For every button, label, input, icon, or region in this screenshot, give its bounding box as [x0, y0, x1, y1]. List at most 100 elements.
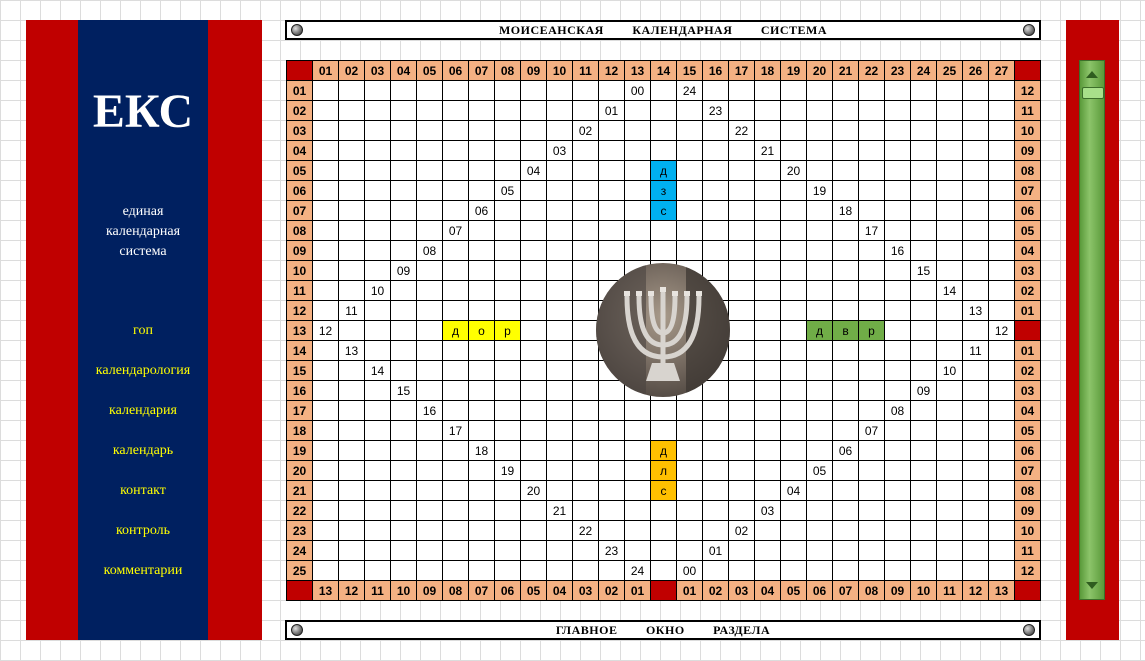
grid-cell[interactable]: [364, 200, 391, 221]
grid-cell[interactable]: [780, 80, 807, 101]
grid-cell[interactable]: [312, 480, 339, 501]
grid-cell[interactable]: [312, 500, 339, 521]
grid-cell[interactable]: [364, 560, 391, 581]
grid-cell[interactable]: [858, 100, 885, 121]
grid-cell[interactable]: [910, 300, 937, 321]
grid-cell[interactable]: [884, 180, 911, 201]
menu-item-calendarology[interactable]: календарология: [78, 361, 208, 381]
grid-cell[interactable]: [806, 80, 833, 101]
grid-cell[interactable]: [494, 440, 521, 461]
grid-cell[interactable]: [520, 120, 547, 141]
grid-cell[interactable]: [754, 420, 781, 441]
grid-cell[interactable]: [546, 100, 573, 121]
grid-cell[interactable]: [416, 460, 443, 481]
grid-cell[interactable]: [442, 80, 469, 101]
grid-cell[interactable]: [962, 100, 989, 121]
grid-cell[interactable]: [988, 160, 1015, 181]
grid-cell[interactable]: [312, 160, 339, 181]
grid-cell[interactable]: [598, 420, 625, 441]
grid-cell[interactable]: [806, 380, 833, 401]
grid-cell[interactable]: [494, 240, 521, 261]
grid-cell[interactable]: [312, 140, 339, 161]
grid-cell[interactable]: [936, 400, 963, 421]
grid-cell[interactable]: [936, 200, 963, 221]
grid-cell[interactable]: [338, 480, 365, 501]
grid-cell[interactable]: [338, 140, 365, 161]
grid-cell[interactable]: [806, 360, 833, 381]
grid-cell[interactable]: [832, 540, 859, 561]
grid-cell[interactable]: [572, 400, 599, 421]
grid-cell[interactable]: [572, 160, 599, 181]
grid-cell[interactable]: [650, 560, 677, 581]
grid-cell[interactable]: [936, 500, 963, 521]
grid-cell[interactable]: [832, 160, 859, 181]
grid-cell[interactable]: [416, 220, 443, 241]
grid-cell[interactable]: [546, 440, 573, 461]
date-cell[interactable]: 07: [858, 420, 885, 441]
grid-cell[interactable]: [312, 440, 339, 461]
grid-cell[interactable]: [338, 500, 365, 521]
date-cell[interactable]: 10: [936, 360, 963, 381]
grid-cell[interactable]: [728, 380, 755, 401]
grid-cell[interactable]: [936, 260, 963, 281]
grid-cell[interactable]: [884, 380, 911, 401]
grid-cell[interactable]: [390, 560, 417, 581]
grid-cell[interactable]: [832, 380, 859, 401]
grid-cell[interactable]: [754, 120, 781, 141]
grid-cell[interactable]: [728, 500, 755, 521]
grid-cell[interactable]: [598, 520, 625, 541]
grid-cell[interactable]: [884, 360, 911, 381]
grid-cell[interactable]: [650, 420, 677, 441]
grid-cell[interactable]: [442, 160, 469, 181]
grid-cell[interactable]: [494, 260, 521, 281]
grid-cell[interactable]: [676, 400, 703, 421]
grid-cell[interactable]: [728, 180, 755, 201]
grid-cell[interactable]: [494, 80, 521, 101]
grid-cell[interactable]: [312, 280, 339, 301]
date-cell[interactable]: 11: [962, 340, 989, 361]
grid-cell[interactable]: [780, 100, 807, 121]
grid-cell[interactable]: [442, 340, 469, 361]
grid-cell[interactable]: [780, 320, 807, 341]
date-cell[interactable]: 21: [546, 500, 573, 521]
date-cell[interactable]: 17: [442, 420, 469, 441]
grid-cell[interactable]: [676, 120, 703, 141]
grid-cell[interactable]: [910, 420, 937, 441]
grid-cell[interactable]: [806, 300, 833, 321]
grid-cell[interactable]: [754, 280, 781, 301]
grid-cell[interactable]: [988, 360, 1015, 381]
grid-cell[interactable]: [338, 260, 365, 281]
grid-cell[interactable]: [520, 460, 547, 481]
grid-cell[interactable]: [364, 240, 391, 261]
grid-cell[interactable]: [962, 460, 989, 481]
grid-cell[interactable]: [416, 260, 443, 281]
grid-cell[interactable]: [312, 120, 339, 141]
grid-cell[interactable]: [520, 420, 547, 441]
grid-cell[interactable]: [806, 480, 833, 501]
grid-cell[interactable]: [390, 100, 417, 121]
grid-cell[interactable]: [442, 200, 469, 221]
date-cell[interactable]: 07: [442, 220, 469, 241]
grid-cell[interactable]: [572, 220, 599, 241]
grid-cell[interactable]: [936, 220, 963, 241]
grid-cell[interactable]: [832, 560, 859, 581]
grid-cell[interactable]: [338, 280, 365, 301]
grid-cell[interactable]: [468, 160, 495, 181]
grid-cell[interactable]: [364, 120, 391, 141]
grid-cell[interactable]: [598, 200, 625, 221]
grid-cell[interactable]: [546, 520, 573, 541]
grid-cell[interactable]: [858, 360, 885, 381]
grid-cell[interactable]: [572, 380, 599, 401]
colored-cell[interactable]: з: [650, 180, 677, 201]
grid-cell[interactable]: [442, 180, 469, 201]
grid-cell[interactable]: [494, 100, 521, 121]
grid-cell[interactable]: [494, 300, 521, 321]
grid-cell[interactable]: [520, 240, 547, 261]
date-cell[interactable]: 23: [702, 100, 729, 121]
date-cell[interactable]: 12: [312, 320, 339, 341]
grid-cell[interactable]: [806, 240, 833, 261]
grid-cell[interactable]: [546, 260, 573, 281]
grid-cell[interactable]: [468, 400, 495, 421]
grid-cell[interactable]: [338, 80, 365, 101]
grid-cell[interactable]: [364, 180, 391, 201]
